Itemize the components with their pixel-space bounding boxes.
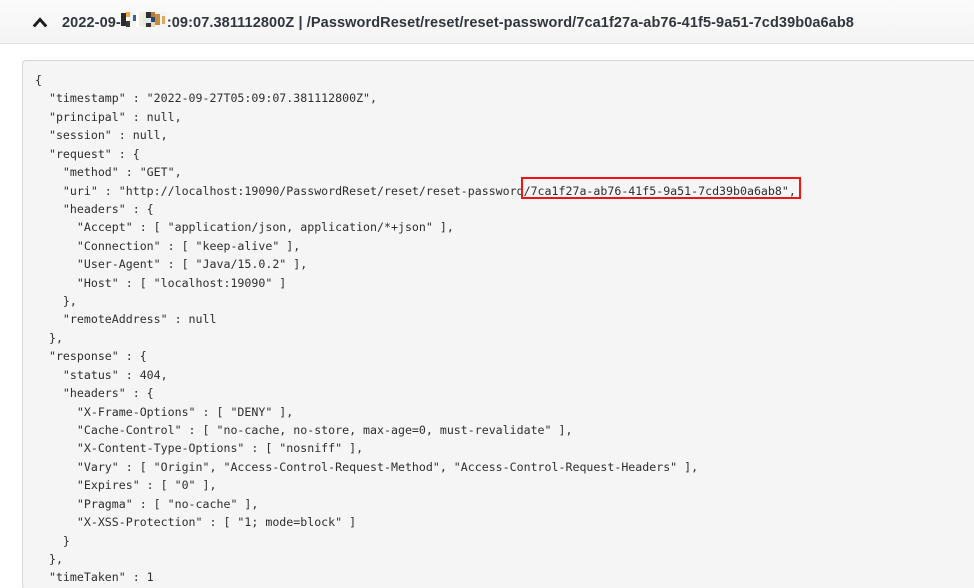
header-separator: | bbox=[294, 15, 307, 31]
trace-header-bar[interactable]: 2022-09- :09:07.381112800Z | /PasswordRes… bbox=[0, 0, 974, 44]
header-timestamp-suffix: :09:07.381112800Z bbox=[166, 15, 295, 31]
header-timestamp-prefix: 2022-09- bbox=[62, 15, 121, 31]
chevron-up-icon[interactable] bbox=[30, 12, 50, 32]
json-code-panel[interactable]: { "timestamp" : "2022-09-27T05:09:07.381… bbox=[22, 60, 974, 588]
header-request-path: /PasswordReset/reset/reset-password/7ca1… bbox=[306, 15, 854, 31]
trace-header-title: 2022-09- :09:07.381112800Z | /PasswordRes… bbox=[62, 12, 854, 31]
trace-detail-body: { "timestamp" : "2022-09-27T05:09:07.381… bbox=[0, 44, 974, 588]
corrupted-pixel-block bbox=[120, 12, 167, 27]
json-trace-content: { "timestamp" : "2022-09-27T05:09:07.381… bbox=[35, 73, 796, 585]
